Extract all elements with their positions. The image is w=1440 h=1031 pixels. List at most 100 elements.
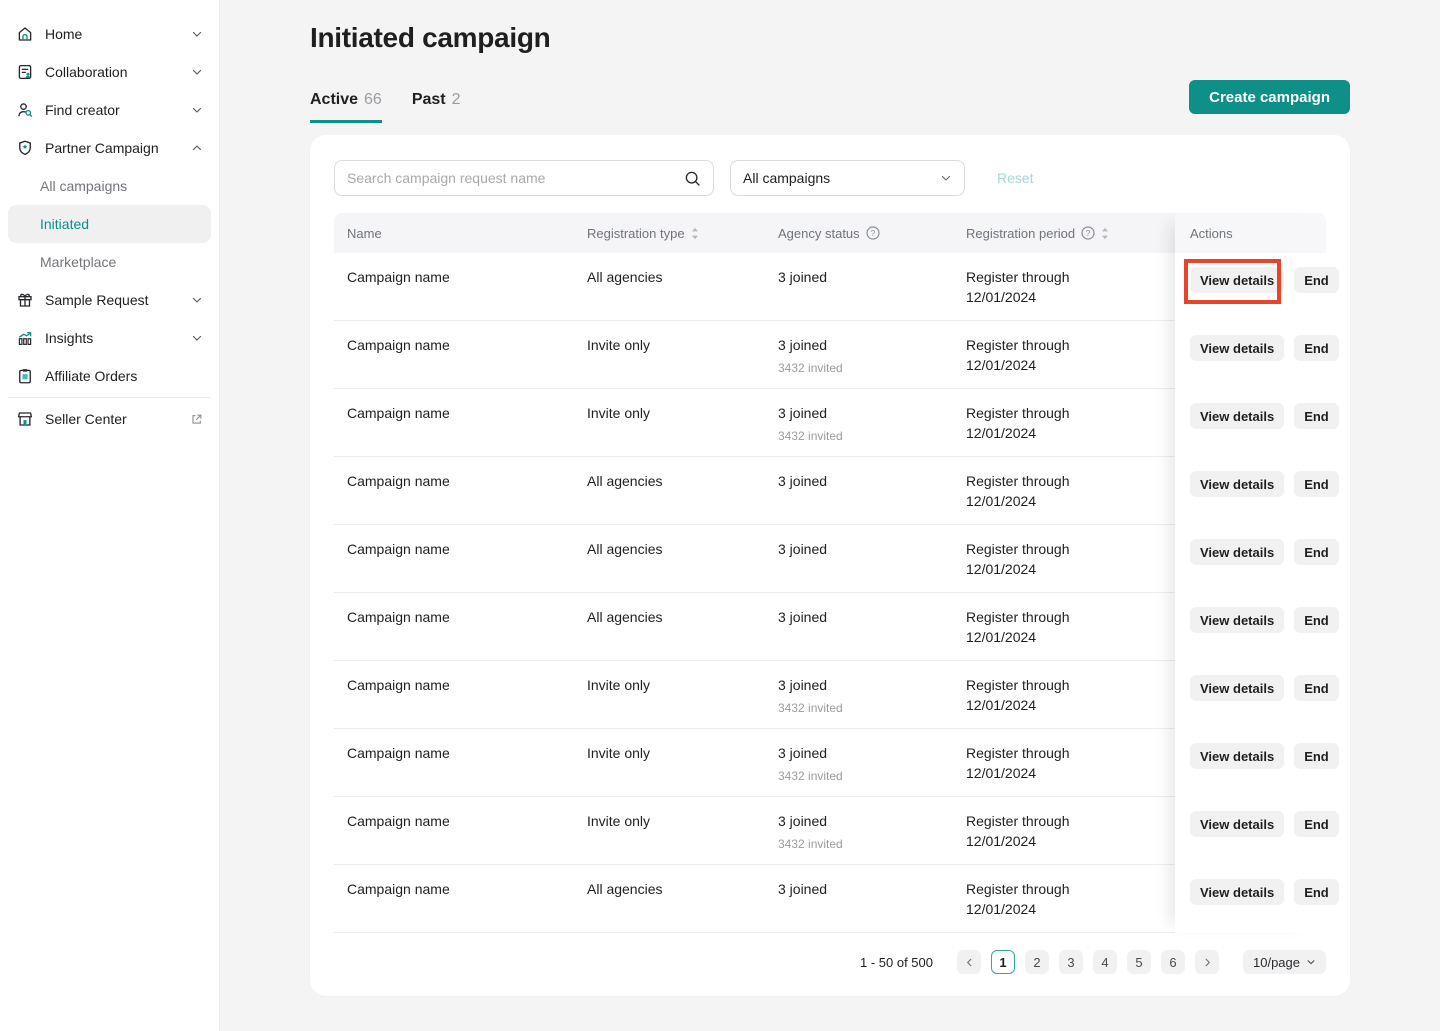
- actions-row: View details End: [1175, 525, 1326, 593]
- pagination-prev-button[interactable]: [957, 950, 981, 974]
- view-details-button[interactable]: View details: [1190, 267, 1284, 293]
- actions-row: View details End: [1175, 661, 1326, 729]
- column-header-agency-status: Agency status ?: [765, 213, 953, 253]
- view-details-button[interactable]: View details: [1190, 607, 1284, 633]
- tab-label: Past: [412, 91, 446, 109]
- column-header-registration-type[interactable]: Registration type: [574, 213, 765, 253]
- cell-campaign-name: Campaign name: [334, 593, 574, 660]
- search-input[interactable]: [347, 170, 684, 186]
- pagination-page-button[interactable]: 2: [1025, 950, 1049, 974]
- pagination-page-button[interactable]: 6: [1161, 950, 1185, 974]
- period-line-2: 12/01/2024: [966, 491, 1165, 511]
- period-line-1: Register through: [966, 879, 1165, 899]
- end-button[interactable]: End: [1294, 879, 1339, 905]
- cell-registration-period: Register through 12/01/2024: [953, 321, 1175, 388]
- end-button[interactable]: End: [1294, 539, 1339, 565]
- end-button[interactable]: End: [1294, 675, 1339, 701]
- sidebar-subitem-all-campaigns[interactable]: All campaigns: [8, 167, 211, 205]
- cell-campaign-name: Campaign name: [334, 865, 574, 932]
- cell-campaign-name: Campaign name: [334, 457, 574, 524]
- reset-button[interactable]: Reset: [997, 170, 1034, 186]
- sidebar-subitem-marketplace[interactable]: Marketplace: [8, 243, 211, 281]
- period-line-2: 12/01/2024: [966, 763, 1165, 783]
- period-line-2: 12/01/2024: [966, 423, 1165, 443]
- sort-icon[interactable]: [691, 227, 699, 240]
- view-details-button[interactable]: View details: [1190, 539, 1284, 565]
- sidebar-item-sample-request[interactable]: Sample Request: [0, 281, 219, 319]
- sort-icon[interactable]: [1101, 227, 1109, 240]
- pagination-page-button[interactable]: 5: [1127, 950, 1151, 974]
- table-row: Campaign name All agencies 3 joined Regi…: [334, 457, 1175, 525]
- search-box: [334, 160, 714, 196]
- column-header-actions: Actions: [1175, 213, 1326, 253]
- view-details-button[interactable]: View details: [1190, 335, 1284, 361]
- tabs: Active 66 Past 2: [310, 91, 461, 123]
- end-button[interactable]: End: [1294, 743, 1339, 769]
- cell-registration-type: Invite only: [574, 661, 765, 728]
- sidebar-item-insights[interactable]: Insights: [0, 319, 219, 357]
- actions-row: View details End: [1175, 865, 1326, 933]
- view-details-button[interactable]: View details: [1190, 403, 1284, 429]
- sidebar-item-find-creator[interactable]: Find creator: [0, 91, 219, 129]
- campaign-table-card: All campaigns Reset Name Registration ty…: [310, 135, 1350, 996]
- joined-count: 3 joined: [778, 403, 943, 423]
- end-button[interactable]: End: [1294, 267, 1339, 293]
- pagination-next-button[interactable]: [1195, 950, 1219, 974]
- joined-count: 3 joined: [778, 539, 943, 559]
- sidebar-subitem-initiated[interactable]: Initiated: [8, 205, 211, 243]
- help-icon[interactable]: ?: [1081, 226, 1095, 240]
- end-button[interactable]: End: [1294, 811, 1339, 837]
- find-creator-icon: [16, 101, 34, 119]
- pagination-page-button[interactable]: 4: [1093, 950, 1117, 974]
- pagination-page-button[interactable]: 1: [991, 950, 1015, 974]
- sidebar-item-affiliate-orders[interactable]: Affiliate Orders: [0, 357, 219, 395]
- partner-campaign-icon: [16, 139, 34, 157]
- view-details-button[interactable]: View details: [1190, 675, 1284, 701]
- view-details-button[interactable]: View details: [1190, 743, 1284, 769]
- end-button[interactable]: End: [1294, 607, 1339, 633]
- chevron-up-icon: [191, 142, 203, 154]
- page-size-value: 10/page: [1253, 955, 1300, 970]
- sidebar-item-partner-campaign[interactable]: Partner Campaign: [0, 129, 219, 167]
- campaign-filter-select[interactable]: All campaigns: [730, 160, 965, 196]
- end-button[interactable]: End: [1294, 471, 1339, 497]
- create-campaign-button[interactable]: Create campaign: [1189, 80, 1350, 114]
- svg-text:?: ?: [870, 228, 875, 238]
- cell-campaign-name: Campaign name: [334, 389, 574, 456]
- view-details-button[interactable]: View details: [1190, 471, 1284, 497]
- table-row: Campaign name All agencies 3 joined Regi…: [334, 525, 1175, 593]
- tab-active[interactable]: Active 66: [310, 91, 382, 123]
- period-line-1: Register through: [966, 811, 1165, 831]
- cell-agency-status: 3 joined 3432 invited: [765, 661, 953, 728]
- view-details-button[interactable]: View details: [1190, 879, 1284, 905]
- sidebar-divider: [8, 397, 211, 398]
- cell-campaign-name: Campaign name: [334, 525, 574, 592]
- page-size-select[interactable]: 10/page: [1243, 950, 1326, 974]
- page-buttons: 123456: [991, 950, 1185, 974]
- pagination-page-button[interactable]: 3: [1059, 950, 1083, 974]
- svg-text:?: ?: [1086, 228, 1091, 238]
- search-icon[interactable]: [684, 170, 701, 187]
- invited-count: 3432 invited: [778, 766, 943, 786]
- end-button[interactable]: End: [1294, 335, 1339, 361]
- sidebar-item-collaboration[interactable]: Collaboration: [0, 53, 219, 91]
- pagination: 1 - 50 of 500 123456 10/page: [334, 950, 1326, 974]
- joined-count: 3 joined: [778, 335, 943, 355]
- sidebar-item-home[interactable]: Home: [0, 15, 219, 53]
- help-icon[interactable]: ?: [866, 226, 880, 240]
- end-button[interactable]: End: [1294, 403, 1339, 429]
- chevron-down-icon: [940, 172, 952, 184]
- home-icon: [16, 25, 34, 43]
- period-line-2: 12/01/2024: [966, 695, 1165, 715]
- cell-agency-status: 3 joined: [765, 457, 953, 524]
- view-details-button[interactable]: View details: [1190, 811, 1284, 837]
- cell-registration-period: Register through 12/01/2024: [953, 525, 1175, 592]
- sidebar-subitem-label: All campaigns: [40, 178, 127, 194]
- period-line-2: 12/01/2024: [966, 559, 1165, 579]
- collaboration-icon: [16, 63, 34, 81]
- cell-registration-period: Register through 12/01/2024: [953, 729, 1175, 796]
- column-header-registration-period[interactable]: Registration period ?: [953, 213, 1175, 253]
- tab-past[interactable]: Past 2: [412, 91, 461, 123]
- chevron-down-icon: [191, 294, 203, 306]
- sidebar-item-seller-center[interactable]: Seller Center: [0, 400, 219, 438]
